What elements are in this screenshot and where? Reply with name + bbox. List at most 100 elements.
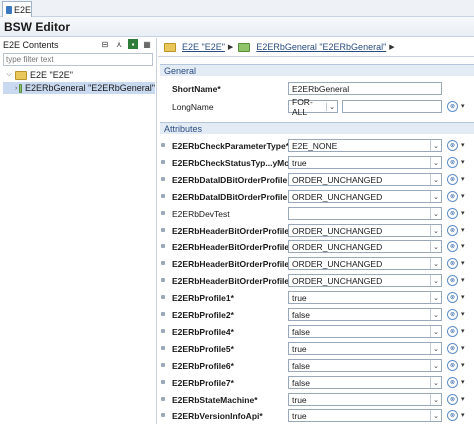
attribute-select[interactable]: ORDER_UNCHANGED ⌄ [288, 224, 442, 237]
chevron-down-icon[interactable]: ⌄ [430, 275, 441, 286]
attribute-select[interactable]: ORDER_UNCHANGED ⌄ [288, 240, 442, 253]
menu-arrow-icon[interactable]: ▾ [461, 344, 465, 352]
tab-e2e[interactable]: E2E [2, 1, 32, 17]
menu-arrow-icon[interactable]: ▾ [461, 378, 465, 386]
reset-icon[interactable]: ⊗ [447, 394, 458, 405]
attribute-select[interactable]: ⌄ [288, 207, 442, 220]
breadcrumb-e2erbgeneral[interactable]: E2ERbGeneral "E2ERbGeneral" [256, 42, 386, 52]
reset-icon[interactable]: ⊗ [447, 101, 458, 112]
chevron-down-icon[interactable]: ⌄ [430, 258, 441, 269]
reset-icon[interactable]: ⊗ [447, 258, 458, 269]
reset-icon[interactable]: ⊗ [447, 225, 458, 236]
menu-arrow-icon[interactable]: ▾ [461, 175, 465, 183]
reset-icon[interactable]: ⊗ [447, 410, 458, 421]
chevron-down-icon[interactable]: ⌄ [430, 208, 441, 219]
row-marker [161, 363, 165, 367]
attribute-select[interactable]: ORDER_UNCHANGED ⌄ [288, 173, 442, 186]
menu-arrow-icon[interactable]: ▾ [461, 395, 465, 403]
reset-icon[interactable]: ⊗ [447, 309, 458, 320]
reset-icon[interactable]: ⊗ [447, 241, 458, 252]
chevron-down-icon[interactable]: ⌄ [430, 343, 441, 354]
reset-icon[interactable]: ⊗ [447, 191, 458, 202]
attribute-value: true [292, 343, 307, 354]
menu-arrow-icon[interactable]: ▾ [461, 141, 465, 149]
chevron-down-icon[interactable]: ⌄ [430, 191, 441, 202]
menu-arrow-icon[interactable]: ▾ [461, 327, 465, 335]
filter-icon[interactable]: ⋏ [114, 39, 124, 49]
chevron-down-icon[interactable]: ⌄ [430, 241, 441, 252]
reset-icon[interactable]: ⊗ [447, 326, 458, 337]
grid-view-icon[interactable]: ▦ [142, 39, 152, 49]
attribute-label: E2ERbDataIDBitOrderProfile [172, 192, 288, 202]
attribute-select[interactable]: true ⌄ [288, 291, 442, 304]
short-name-field[interactable]: E2ERbGeneral [288, 82, 442, 95]
chevron-down-icon[interactable]: ⌄ [430, 377, 441, 388]
chevron-down-icon[interactable]: ⌄ [326, 102, 337, 111]
collapsed-icon[interactable]: › [15, 85, 17, 92]
chevron-down-icon[interactable]: ⌄ [430, 174, 441, 185]
attribute-value: ORDER_UNCHANGED [292, 225, 383, 236]
attribute-select[interactable]: ORDER_UNCHANGED ⌄ [288, 274, 442, 287]
filter-input[interactable] [3, 53, 153, 66]
long-name-field[interactable] [342, 100, 442, 113]
attribute-value: false [292, 360, 310, 371]
tree-item-e2erbgeneral[interactable]: › E2ERbGeneral "E2ERbGeneral" [3, 82, 155, 94]
reset-icon[interactable]: ⊗ [447, 140, 458, 151]
attribute-select[interactable]: E2E_NONE ⌄ [288, 139, 442, 152]
expanded-icon[interactable]: ⌵ [5, 71, 13, 79]
reset-icon[interactable]: ⊗ [447, 174, 458, 185]
attribute-select[interactable]: false ⌄ [288, 359, 442, 372]
breadcrumb-e2e[interactable]: E2E "E2E" [182, 42, 225, 52]
editor-icon [6, 5, 12, 14]
menu-arrow-icon[interactable]: ▾ [461, 158, 465, 166]
reset-icon[interactable]: ⊗ [447, 292, 458, 303]
chevron-down-icon[interactable]: ⌄ [430, 360, 441, 371]
menu-arrow-icon[interactable]: ▾ [461, 259, 465, 267]
chevron-down-icon[interactable]: ⌄ [430, 410, 441, 421]
long-name-language-select[interactable]: FOR-ALL ⌄ [288, 97, 338, 117]
chevron-down-icon[interactable]: ⌄ [430, 326, 441, 337]
attribute-label: E2ERbVersionInfoApi* [172, 411, 263, 421]
attribute-select[interactable]: true ⌄ [288, 393, 442, 406]
menu-arrow-icon[interactable]: ▾ [461, 209, 465, 217]
menu-arrow-icon[interactable]: ▾ [461, 276, 465, 284]
reset-icon[interactable]: ⊗ [447, 360, 458, 371]
collapse-all-icon[interactable]: ⊟ [100, 39, 110, 49]
row-marker [161, 177, 165, 181]
save-icon[interactable]: ▪ [128, 39, 138, 49]
menu-arrow-icon[interactable]: ▾ [461, 102, 465, 110]
chevron-down-icon[interactable]: ⌄ [430, 292, 441, 303]
tree-item-label: E2ERbGeneral "E2ERbGeneral" [25, 83, 155, 93]
reset-icon[interactable]: ⊗ [447, 343, 458, 354]
attribute-select[interactable]: true ⌄ [288, 409, 442, 422]
reset-icon[interactable]: ⊗ [447, 275, 458, 286]
attribute-select[interactable]: true ⌄ [288, 342, 442, 355]
attribute-select[interactable]: ORDER_UNCHANGED ⌄ [288, 190, 442, 203]
menu-arrow-icon[interactable]: ▾ [461, 293, 465, 301]
attribute-value: ORDER_UNCHANGED [292, 258, 383, 269]
attribute-select[interactable]: false ⌄ [288, 308, 442, 321]
tree-item-e2e[interactable]: ⌵ E2E "E2E" [3, 69, 155, 81]
attributes-section-title: Attributes [164, 123, 203, 134]
menu-arrow-icon[interactable]: ▾ [461, 310, 465, 318]
chevron-down-icon[interactable]: ⌄ [430, 309, 441, 320]
menu-arrow-icon[interactable]: ▾ [461, 192, 465, 200]
menu-arrow-icon[interactable]: ▾ [461, 226, 465, 234]
row-marker [161, 278, 165, 282]
reset-icon[interactable]: ⊗ [447, 157, 458, 168]
attribute-select[interactable]: false ⌄ [288, 325, 442, 338]
attribute-label: E2ERbHeaderBitOrderProfile [172, 242, 290, 252]
chevron-right-icon[interactable]: ▶ [389, 43, 394, 51]
attribute-select[interactable]: true ⌄ [288, 156, 442, 169]
attribute-select[interactable]: false ⌄ [288, 376, 442, 389]
reset-icon[interactable]: ⊗ [447, 377, 458, 388]
chevron-down-icon[interactable]: ⌄ [430, 225, 441, 236]
reset-icon[interactable]: ⊗ [447, 208, 458, 219]
chevron-down-icon[interactable]: ⌄ [430, 394, 441, 405]
menu-arrow-icon[interactable]: ▾ [461, 361, 465, 369]
chevron-down-icon[interactable]: ⌄ [430, 140, 441, 151]
attribute-select[interactable]: ORDER_UNCHANGED ⌄ [288, 257, 442, 270]
menu-arrow-icon[interactable]: ▾ [461, 242, 465, 250]
chevron-down-icon[interactable]: ⌄ [430, 157, 441, 168]
menu-arrow-icon[interactable]: ▾ [461, 411, 465, 419]
